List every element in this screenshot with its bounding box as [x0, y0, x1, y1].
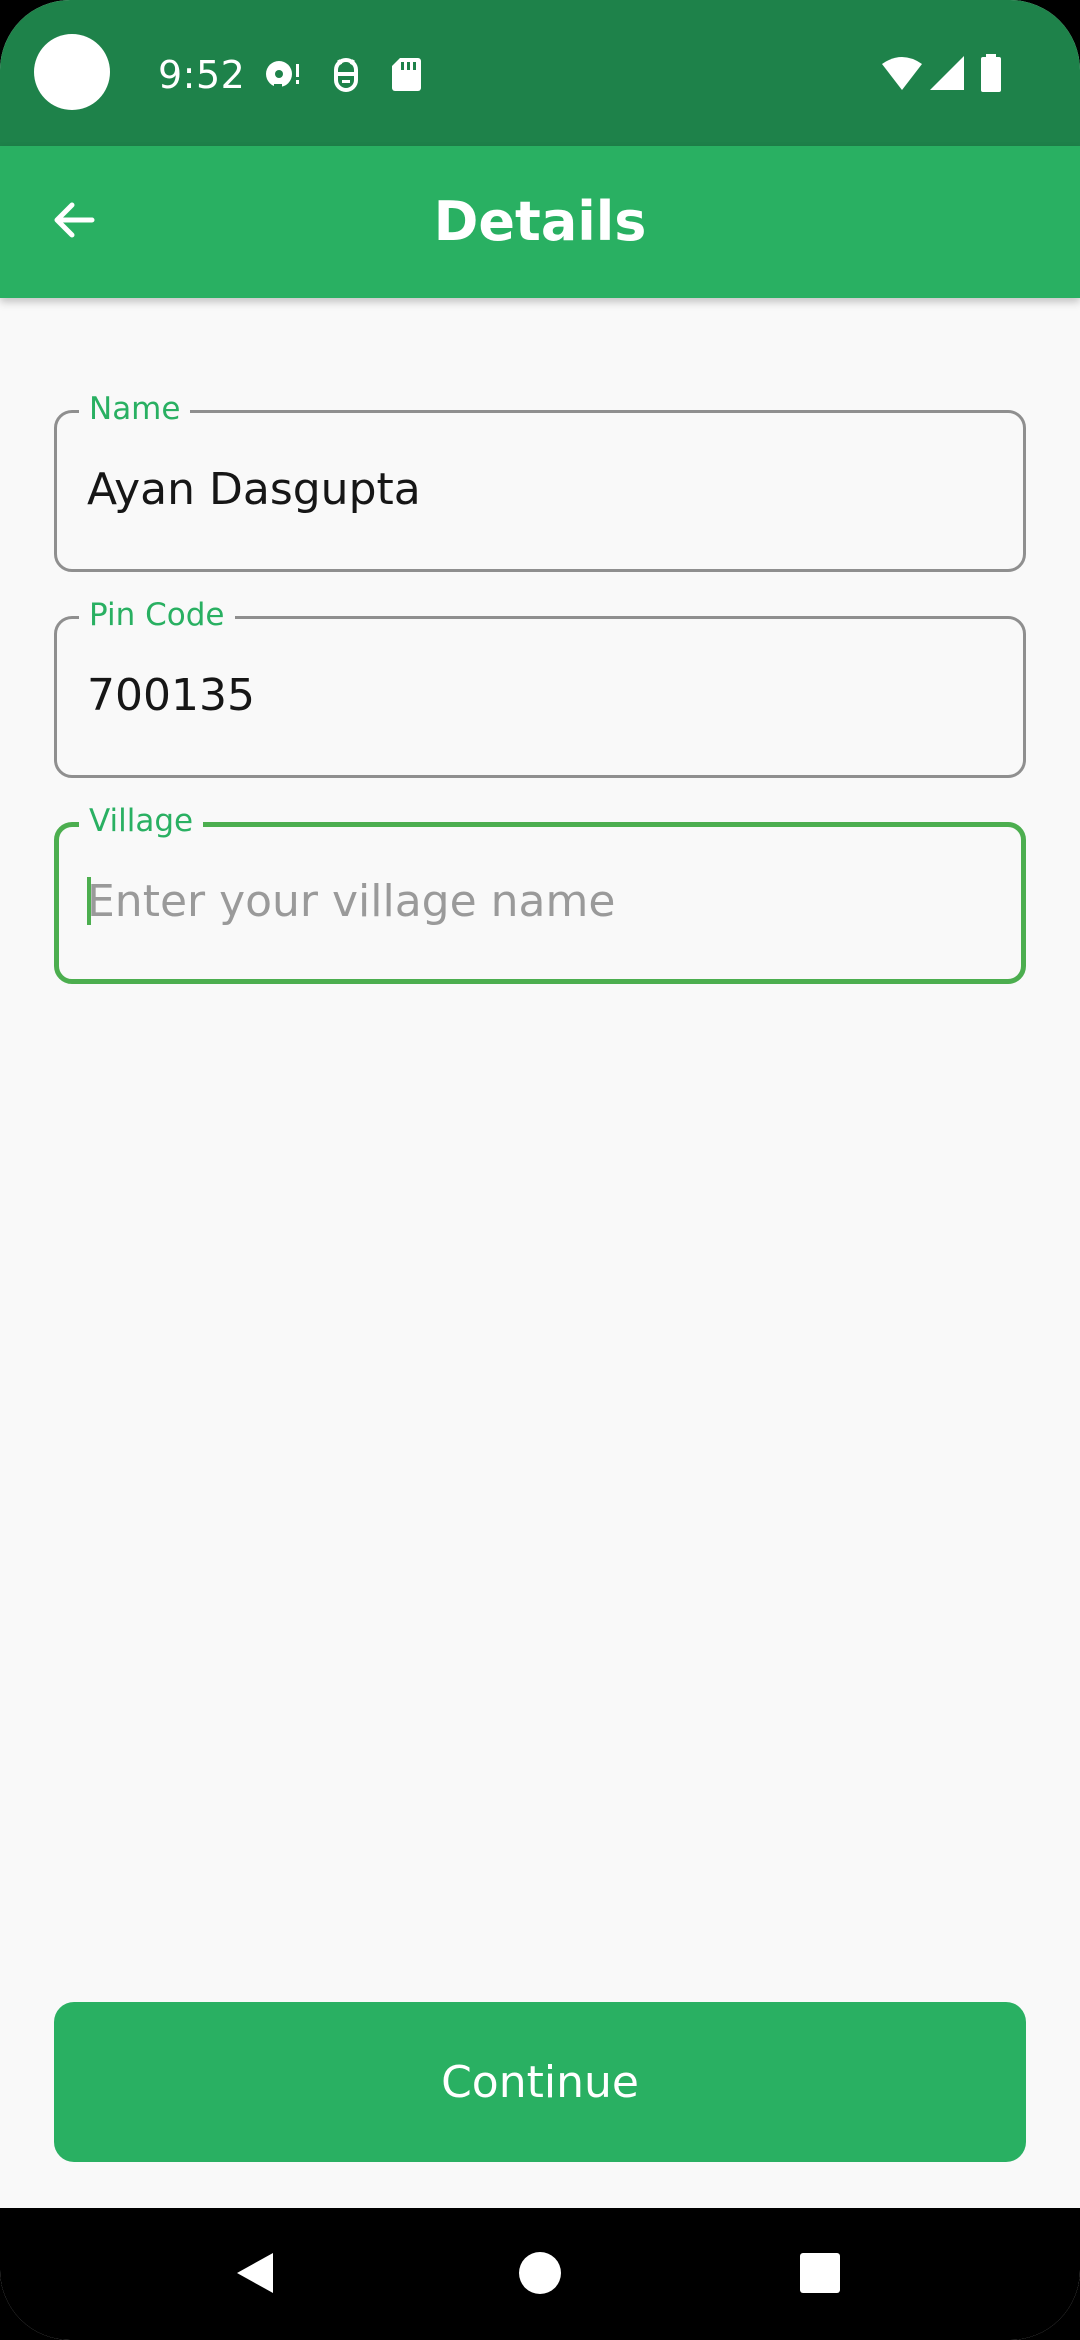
debug-android-icon: [326, 54, 366, 94]
village-input[interactable]: [87, 865, 991, 937]
wifi-icon: [880, 54, 924, 94]
status-time: 9:52: [158, 53, 246, 97]
name-input[interactable]: [87, 453, 993, 525]
nav-recents-button[interactable]: [795, 2250, 845, 2300]
back-triangle-icon: [233, 2249, 277, 2302]
pin-code-input[interactable]: [87, 659, 993, 731]
name-field-label: Name: [79, 389, 191, 429]
village-field[interactable]: Village: [54, 801, 1026, 984]
camera-cutout: [34, 34, 110, 110]
app-screen: 9:52 Details Name Ayan Dasgupta Pin Code…: [0, 0, 1080, 2340]
nav-back-button[interactable]: [230, 2250, 280, 2300]
status-bar: 9:52: [0, 0, 1080, 146]
continue-button[interactable]: Continue: [54, 2002, 1026, 2162]
battery-icon: [978, 54, 1004, 94]
pin-code-field-label: Pin Code: [79, 595, 235, 635]
app-bar: Details: [0, 146, 1080, 298]
cellular-signal-icon: [928, 54, 968, 94]
recents-square-icon: [798, 2251, 842, 2300]
name-field[interactable]: Name: [54, 389, 1026, 572]
pin-code-field[interactable]: Pin Code: [54, 595, 1026, 778]
text-cursor: [87, 877, 91, 925]
sd-card-icon: [386, 54, 426, 94]
data-saver-icon: [262, 54, 302, 94]
nav-home-button[interactable]: [515, 2250, 565, 2300]
system-nav-bar: [0, 2208, 1080, 2340]
page-title: Details: [433, 190, 647, 253]
village-field-label: Village: [79, 801, 204, 841]
home-circle-icon: [517, 2250, 563, 2301]
